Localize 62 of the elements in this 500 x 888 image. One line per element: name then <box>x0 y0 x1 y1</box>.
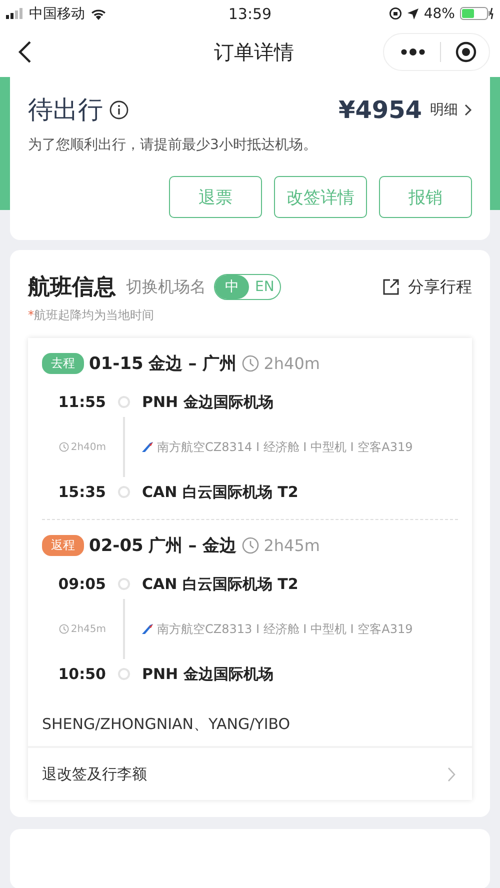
orientation-lock-icon <box>388 7 402 20</box>
trip-tag: 返程 <box>42 535 84 556</box>
arrival-airport: PNH 金边国际机场 <box>142 664 274 684</box>
local-time-note: 航班起降均为当地时间 <box>34 308 154 322</box>
timeline-dot <box>118 396 130 408</box>
flight-route: 广州 – 金边 <box>148 535 237 557</box>
trip-tag: 去程 <box>42 353 84 374</box>
departure-time: 11:55 <box>57 393 106 411</box>
timeline-dot <box>118 486 130 498</box>
info-icon[interactable] <box>109 100 129 120</box>
signal-icon <box>6 8 24 19</box>
baggage-rules-link[interactable]: 退改签及行李额 <box>42 764 147 784</box>
clock-icon <box>58 624 69 634</box>
order-price: ¥4954 <box>338 96 422 124</box>
more-icon[interactable] <box>400 48 426 56</box>
arrival-airport: CAN 白云国际机场 T2 <box>142 482 298 502</box>
flight-date: 02-05 <box>89 536 144 556</box>
close-icon[interactable] <box>455 41 477 63</box>
location-icon <box>406 8 419 20</box>
order-action-button[interactable]: 改签详情 <box>274 176 367 218</box>
timeline-dot <box>118 578 130 590</box>
arrival-notice: 为了您顺利出行，请提前最少3小时抵达机场。 <box>28 136 318 154</box>
language-option[interactable]: EN <box>249 275 280 299</box>
timeline-dot <box>118 668 130 680</box>
switch-label: 切换机场名 <box>126 276 206 298</box>
flight-details: 南方航空CZ8314 I 经济舱 I 中型机 I 空客A319 <box>157 438 413 456</box>
clock-icon <box>58 442 69 452</box>
chevron-right-icon[interactable] <box>464 104 472 116</box>
leg-duration: 2h40m <box>70 442 106 452</box>
order-action-button[interactable]: 报销 <box>379 176 472 218</box>
order-action-button[interactable]: 退票 <box>169 176 262 218</box>
airline-logo-icon <box>142 624 153 634</box>
clock-time: 13:59 <box>228 4 272 22</box>
required-mark: * <box>28 308 34 322</box>
back-icon[interactable] <box>18 40 32 64</box>
flight-duration: 2h40m <box>264 354 320 373</box>
clock-icon <box>242 355 259 372</box>
battery-percent: 48% <box>424 6 455 22</box>
flight-date: 01-15 <box>89 354 144 374</box>
leg-duration: 2h45m <box>70 624 106 634</box>
flight-duration: 2h45m <box>264 536 320 555</box>
arrival-time: 15:35 <box>57 483 106 501</box>
battery-icon <box>460 7 494 20</box>
departure-airport: PNH 金边国际机场 <box>142 392 274 412</box>
passenger-names: SHENG/ZHONGNIAN、YANG/YIBO <box>41 714 292 735</box>
price-detail-link[interactable]: 明细 <box>430 100 458 118</box>
language-option[interactable]: 中 <box>215 275 249 299</box>
share-itinerary-link[interactable]: 分享行程 <box>408 276 472 298</box>
departure-time: 09:05 <box>57 575 106 593</box>
arrival-time: 10:50 <box>57 665 106 683</box>
departure-airport: CAN 白云国际机场 T2 <box>142 574 298 594</box>
flight-route: 金边 – 广州 <box>148 353 237 375</box>
airline-logo-icon <box>142 442 153 452</box>
baggage-rules-row[interactable]: 退改签及行李额 <box>28 746 472 800</box>
share-icon[interactable] <box>382 278 400 296</box>
carrier-name: 中国移动 <box>29 4 85 22</box>
section-title: 航班信息 <box>28 274 116 302</box>
flight-details: 南方航空CZ8313 I 经济舱 I 中型机 I 空客A319 <box>157 620 413 638</box>
clock-icon <box>242 537 259 554</box>
wifi-icon <box>90 8 107 20</box>
order-status: 待出行 <box>28 94 103 126</box>
page-title: 订单详情 <box>214 38 294 66</box>
